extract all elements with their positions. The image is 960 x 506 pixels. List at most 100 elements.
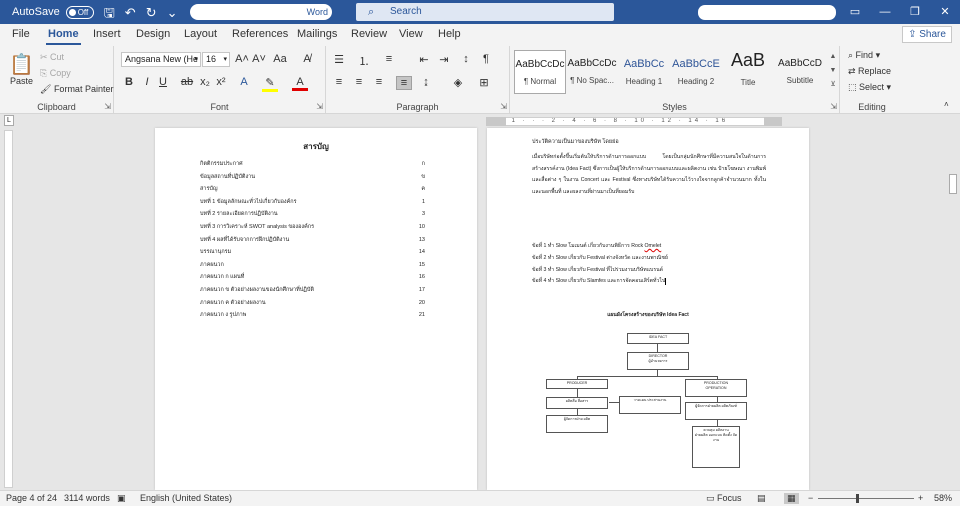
tab-references[interactable]: References [232, 28, 288, 40]
horizontal-ruler[interactable]: 2 · 1 · · · 2 · 4 · 6 · 8 · 10 · 12 · 14… [486, 117, 782, 126]
font-color-icon[interactable]: A [292, 76, 308, 91]
tab-insert[interactable]: Insert [93, 28, 121, 40]
minimize-icon[interactable]: — [870, 0, 900, 24]
collapse-ribbon-icon[interactable]: ˄ [944, 100, 949, 109]
style-heading-1[interactable]: AaBbCc Heading 1 [618, 50, 670, 94]
increase-indent-icon[interactable]: ⇥ [436, 53, 452, 66]
multilevel-list-icon[interactable]: ≡ [381, 53, 397, 65]
ruler-right-margin [764, 117, 782, 126]
replace-button[interactable]: ⇄ Replace [848, 66, 891, 77]
italic-icon[interactable]: I [139, 76, 155, 88]
zoom-in-icon[interactable]: + [918, 493, 923, 503]
zoom-slider[interactable] [818, 498, 914, 499]
align-center-icon[interactable]: ≡ [351, 76, 367, 88]
autosave-toggle[interactable]: Off [65, 5, 94, 19]
paragraph-launcher-icon[interactable]: ⇲ [500, 102, 507, 111]
justify-icon[interactable]: ≡ [396, 76, 412, 90]
show-formatting-icon[interactable]: ¶ [478, 53, 494, 65]
format-painter-button[interactable]: 🖌 Format Painter [40, 84, 113, 95]
paste-button[interactable]: Paste [10, 76, 33, 86]
format-painter-label: Format Painter [53, 84, 114, 94]
read-mode-icon[interactable]: ▤ [757, 493, 766, 504]
zoom-slider-knob[interactable] [856, 494, 859, 503]
ribbon-display-icon[interactable]: ▭ [840, 0, 870, 24]
grow-font-icon[interactable]: A˄ [234, 53, 250, 65]
toc-text: บทที่ 2 รายละเอียดการปฏิบัติงาน [200, 211, 278, 218]
page-counter[interactable]: Page 4 of 24 [6, 493, 57, 503]
tab-home[interactable]: Home [46, 28, 81, 45]
tab-selector[interactable]: L [4, 115, 14, 126]
font-name-combo[interactable]: Angsana New (He ▾ [121, 52, 201, 67]
find-button[interactable]: ⌕ Find ▾ [848, 50, 880, 61]
copy-button[interactable]: ⎘ Copy [40, 68, 71, 79]
strikethrough-icon[interactable]: ab [179, 76, 195, 88]
decrease-indent-icon[interactable]: ⇤ [416, 53, 432, 66]
bullets-icon[interactable]: ☰ [331, 53, 347, 66]
shading-icon[interactable]: ◈ [450, 76, 466, 89]
borders-icon[interactable]: ⊞ [476, 76, 492, 89]
tab-layout[interactable]: Layout [184, 28, 217, 40]
customize-qat-icon[interactable]: ⌄ [167, 6, 178, 19]
save-icon[interactable]: 🖫 [104, 6, 115, 19]
sort-icon[interactable]: ↕ [458, 53, 474, 65]
clear-formatting-icon[interactable]: A̸ [299, 53, 315, 65]
style-sample: AaBbCcDc [567, 58, 617, 69]
close-icon[interactable]: ✕ [930, 0, 960, 24]
redo-icon[interactable]: ↻ [146, 6, 157, 19]
text-effects-icon[interactable]: A [236, 76, 252, 88]
subscript-icon[interactable]: x₂ [197, 76, 213, 88]
zoom-level[interactable]: 58% [934, 493, 952, 503]
tab-help[interactable]: Help [438, 28, 461, 40]
font-launcher-icon[interactable]: ⇲ [316, 102, 323, 111]
word-count[interactable]: 3114 words [64, 493, 110, 503]
focus-button[interactable]: ▭ Focus [706, 493, 742, 504]
bold-icon[interactable]: B [121, 76, 137, 88]
zoom-out-icon[interactable]: − [808, 493, 813, 503]
underline-icon[interactable]: U [155, 76, 171, 88]
paragraph-label: Paragraph [396, 102, 439, 112]
clipboard-launcher-icon[interactable]: ⇲ [104, 102, 111, 111]
page-right[interactable]: ประวัติความเป็นมาของบริษัท โดยย่อ เมื่อบ… [487, 128, 809, 490]
tab-view[interactable]: View [399, 28, 423, 40]
styles-launcher-icon[interactable]: ⇲ [830, 102, 837, 111]
line-spacing-icon[interactable]: ↨ [418, 76, 434, 88]
user-account[interactable] [698, 5, 836, 20]
search-box[interactable]: ⌕ Search [356, 3, 614, 21]
style-no-spacing[interactable]: AaBbCcDc ¶ No Spac... [566, 50, 618, 94]
language-indicator[interactable]: English (United States) [140, 493, 232, 503]
undo-icon[interactable]: ↶ [125, 6, 136, 19]
restore-icon[interactable]: ❐ [900, 0, 930, 24]
tab-review[interactable]: Review [351, 28, 387, 40]
align-right-icon[interactable]: ≡ [371, 76, 387, 88]
shrink-font-icon[interactable]: A˅ [251, 53, 267, 65]
spelling-error[interactable]: Omelet [645, 243, 662, 249]
scrollbar-thumb[interactable] [949, 174, 957, 194]
highlight-icon[interactable]: ✎ [262, 76, 278, 92]
style-sample: AaBbCcE [672, 58, 720, 70]
tab-design[interactable]: Design [136, 28, 170, 40]
superscript-icon[interactable]: x² [213, 76, 229, 88]
tab-file[interactable]: File [12, 28, 30, 40]
list-item-text: ข้อที่ 1 ทำ Slow โมเมนต์ เกี่ยวกับงานพิธ… [532, 243, 644, 249]
style-normal[interactable]: AaBbCcDc ¶ Normal [514, 50, 566, 94]
numbering-icon[interactable]: ⒈ [356, 53, 372, 69]
align-left-icon[interactable]: ≡ [331, 76, 347, 88]
style-subtitle[interactable]: AaBbCcD Subtitle [774, 50, 826, 94]
org-box-text: ผู้อำนวยการ [648, 359, 668, 363]
font-size-combo[interactable]: 16 ▾ [202, 52, 230, 67]
tab-mailings[interactable]: Mailings [297, 28, 337, 40]
toc-page: 15 [418, 261, 425, 268]
style-title[interactable]: AaB Title [722, 50, 774, 94]
style-sample: AaB [730, 50, 766, 70]
share-button[interactable]: ⇪ Share [902, 26, 952, 43]
styles-scroll[interactable]: ▲ ▼ ⊻ [828, 50, 838, 94]
proofing-icon[interactable]: ▣ [117, 493, 126, 504]
vertical-scrollbar[interactable] [946, 114, 960, 490]
cut-button[interactable]: ✂ Cut [40, 52, 64, 63]
select-button[interactable]: ⬚ Select ▾ [848, 82, 891, 93]
print-layout-icon[interactable]: ▦ [784, 493, 799, 504]
page-left[interactable]: สารบัญ กิตติกรรมประกาศ ก ข้อมูลสถานที่ปฏิ… [155, 128, 477, 490]
change-case-icon[interactable]: Aa [272, 53, 288, 65]
paste-icon[interactable]: 📋 [9, 52, 34, 77]
style-heading-2[interactable]: AaBbCcE Heading 2 [670, 50, 722, 94]
